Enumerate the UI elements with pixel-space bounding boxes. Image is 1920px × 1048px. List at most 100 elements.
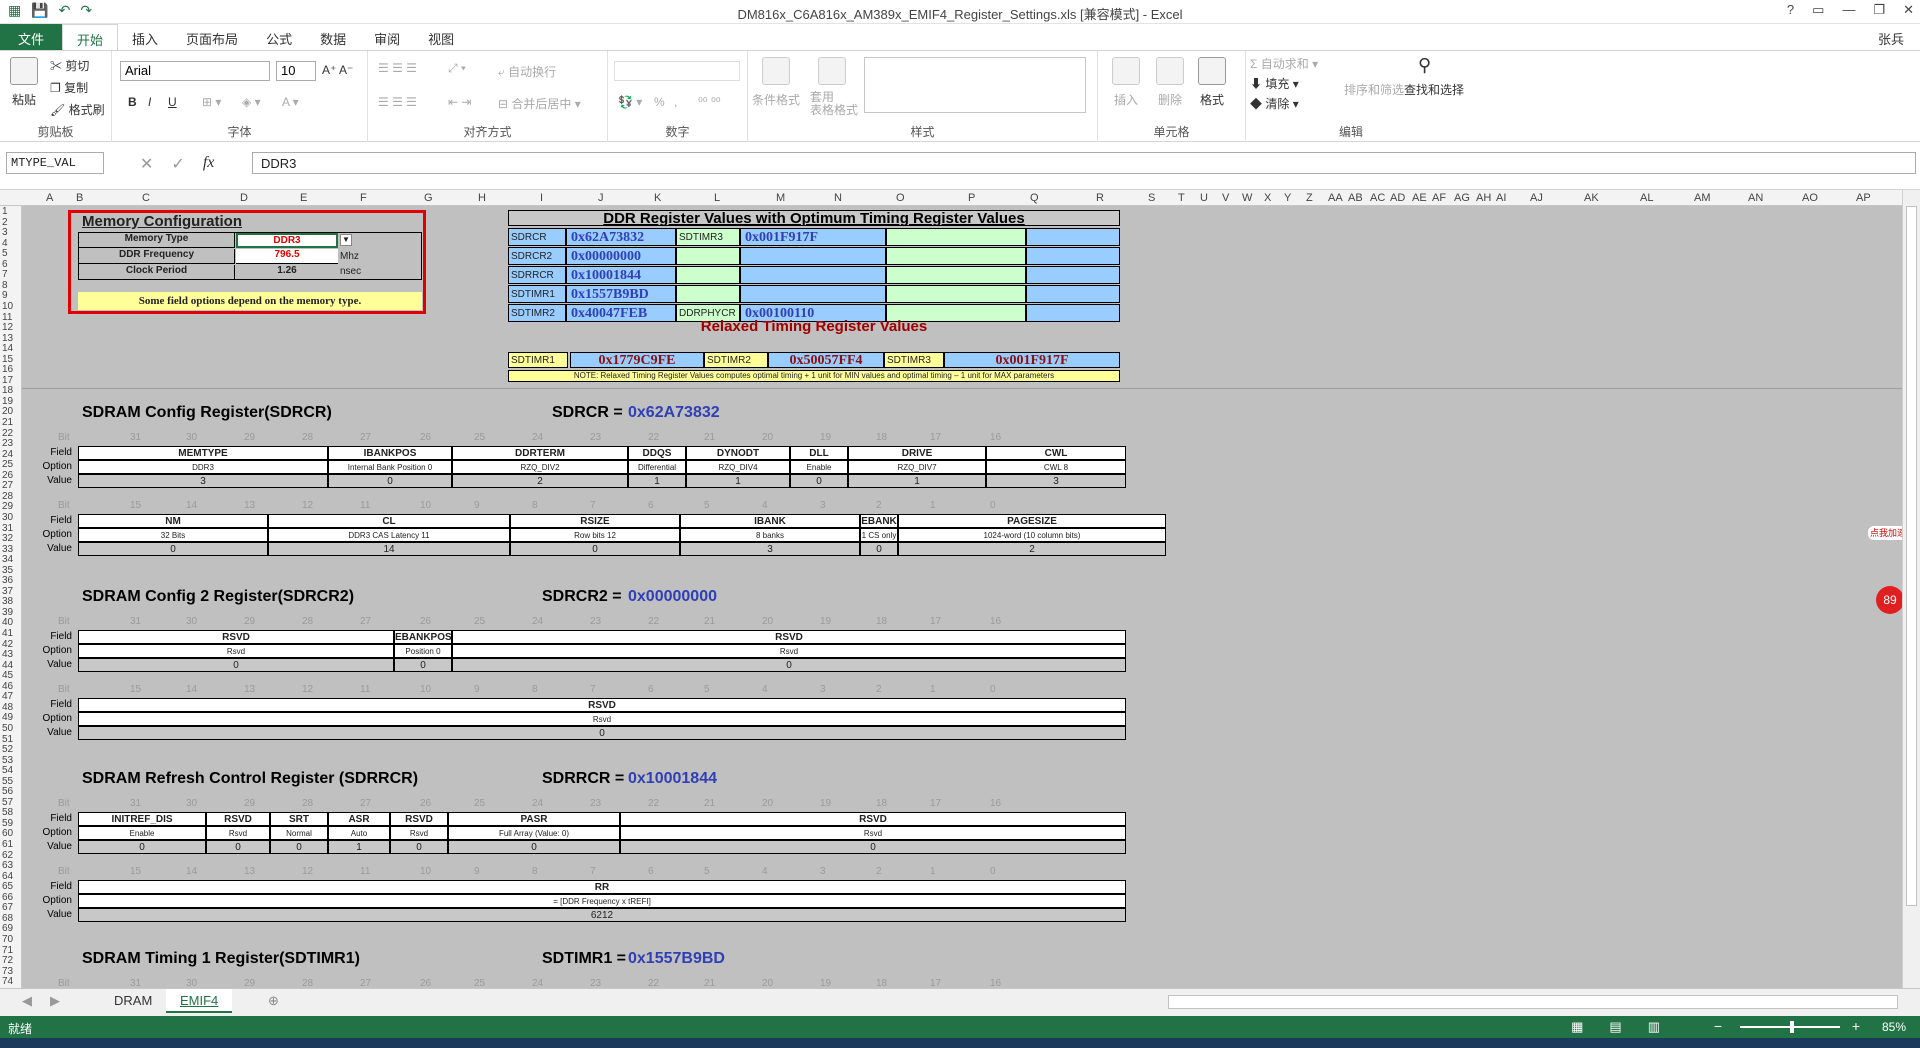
tab-view[interactable]: 视图 [414,24,468,50]
column-header[interactable]: AE [1412,192,1427,204]
row-header[interactable]: 32 [2,533,13,544]
number-format-select[interactable] [614,61,740,81]
field-option[interactable]: Rsvd [620,826,1126,840]
name-box[interactable]: MTYPE_VAL [6,152,104,174]
format-painter-button[interactable]: 🖌 格式刷 [50,101,105,118]
fill-color-icon[interactable]: ◈ ▾ [242,95,261,109]
row-header[interactable]: 7 [2,269,8,280]
tab-page-layout[interactable]: 页面布局 [172,24,252,50]
row-header[interactable]: 28 [2,491,13,502]
row-header[interactable]: 17 [2,375,13,386]
column-header[interactable]: AG [1454,192,1470,204]
field-option[interactable]: RZQ_DIV7 [848,460,986,474]
row-header[interactable]: 56 [2,786,13,797]
field-option[interactable]: 1024-word (10 column bits) [898,528,1166,542]
column-header[interactable]: AO [1802,192,1818,204]
column-header[interactable]: AF [1432,192,1446,204]
align-left-icon[interactable]: ☰ ☰ ☰ [378,95,417,109]
sheet-tab-dram[interactable]: DRAM [100,989,166,1013]
field-option[interactable]: Enable [790,460,848,474]
delete-cells-icon[interactable] [1156,57,1184,85]
sheet-tab-emif4[interactable]: EMIF4 [166,989,233,1013]
tab-review[interactable]: 审阅 [360,24,414,50]
field-option[interactable]: Rsvd [78,712,1126,726]
field-option[interactable]: DDR3 CAS Latency 11 [268,528,510,542]
field-option[interactable]: Enable [78,826,206,840]
row-header[interactable]: 5 [2,248,8,259]
row-header[interactable]: 62 [2,850,13,861]
column-header[interactable]: AP [1856,192,1871,204]
column-header[interactable]: AB [1348,192,1363,204]
row-header[interactable]: 41 [2,628,13,639]
column-header[interactable]: J [598,192,604,204]
column-header[interactable]: Z [1306,192,1313,204]
comma-icon[interactable]: , [674,95,677,109]
row-header[interactable]: 21 [2,417,13,428]
field-option[interactable]: Internal Bank Position 0 [328,460,452,474]
underline-button[interactable]: U [168,95,177,109]
row-header[interactable]: 48 [2,702,13,713]
column-header[interactable]: M [776,192,785,204]
tab-insert[interactable]: 插入 [118,24,172,50]
column-header[interactable]: T [1178,192,1185,204]
row-header[interactable]: 34 [2,554,13,565]
delete-cells-button[interactable]: 删除 [1158,91,1182,108]
row-header[interactable]: 31 [2,523,13,534]
zoom-slider-knob[interactable] [1790,1021,1794,1033]
worksheet-grid[interactable]: Memory Configuration Memory Type DDR3 ▼ … [22,206,1902,988]
column-header[interactable]: AA [1328,192,1343,204]
column-header[interactable]: W [1242,192,1252,204]
row-header[interactable]: 52 [2,744,13,755]
vertical-scroll-thumb[interactable] [1906,206,1917,906]
italic-button[interactable]: I [148,95,151,109]
row-header[interactable]: 58 [2,807,13,818]
row-header[interactable]: 46 [2,681,13,692]
indent-icon[interactable]: ⇤ ⇥ [448,95,471,109]
row-header[interactable]: 67 [2,902,13,913]
row-header[interactable]: 9 [2,290,8,301]
row-header[interactable]: 59 [2,818,13,829]
row-header[interactable]: 72 [2,955,13,966]
row-header[interactable]: 53 [2,755,13,766]
fill-button[interactable]: ⬇ 填充 ▾ [1250,75,1299,92]
help-button[interactable]: ? [1787,2,1794,18]
field-option[interactable]: Rsvd [390,826,448,840]
row-header[interactable]: 51 [2,734,13,745]
column-header[interactable]: Y [1284,192,1291,204]
field-option[interactable]: 1 CS only [860,528,898,542]
page-break-view-icon[interactable]: ▥ [1648,1019,1660,1035]
column-header[interactable]: E [300,192,307,204]
add-sheet-icon[interactable]: ⊕ [254,989,293,1013]
row-header[interactable]: 49 [2,712,13,723]
field-option[interactable]: Row bits 12 [510,528,680,542]
font-grow-icon[interactable]: A⁺ A⁻ [322,63,353,77]
field-option[interactable]: Rsvd [78,644,394,658]
conditional-format-button[interactable]: 条件格式 [752,91,800,108]
field-option[interactable]: Position 0 [394,644,452,658]
normal-view-icon[interactable]: ▦ [1571,1019,1583,1035]
percent-button[interactable]: % [654,95,665,109]
field-option[interactable]: Rsvd [452,644,1126,658]
decimal-icon[interactable]: ⁰⁰ ⁰⁰ [698,95,721,109]
sort-filter-button[interactable]: 排序和筛选 [1344,81,1404,98]
row-header[interactable]: 69 [2,923,13,934]
column-header[interactable]: AD [1390,192,1405,204]
row-header[interactable]: 43 [2,649,13,660]
row-header[interactable]: 22 [2,428,13,439]
row-header[interactable]: 38 [2,596,13,607]
column-header[interactable]: I [540,192,543,204]
column-header[interactable]: L [714,192,720,204]
row-header[interactable]: 68 [2,913,13,924]
column-header[interactable]: AH [1476,192,1491,204]
confirm-icon[interactable]: ✓ [171,154,184,174]
column-header[interactable]: C [142,192,150,204]
insert-cells-icon[interactable] [1112,57,1140,85]
row-header[interactable]: 8 [2,280,8,291]
row-header[interactable]: 57 [2,797,13,808]
row-header[interactable]: 54 [2,765,13,776]
row-header[interactable]: 47 [2,691,13,702]
column-header[interactable]: R [1096,192,1104,204]
format-cells-icon[interactable] [1198,57,1226,85]
column-header[interactable]: AN [1748,192,1763,204]
column-header[interactable]: A [46,192,53,204]
